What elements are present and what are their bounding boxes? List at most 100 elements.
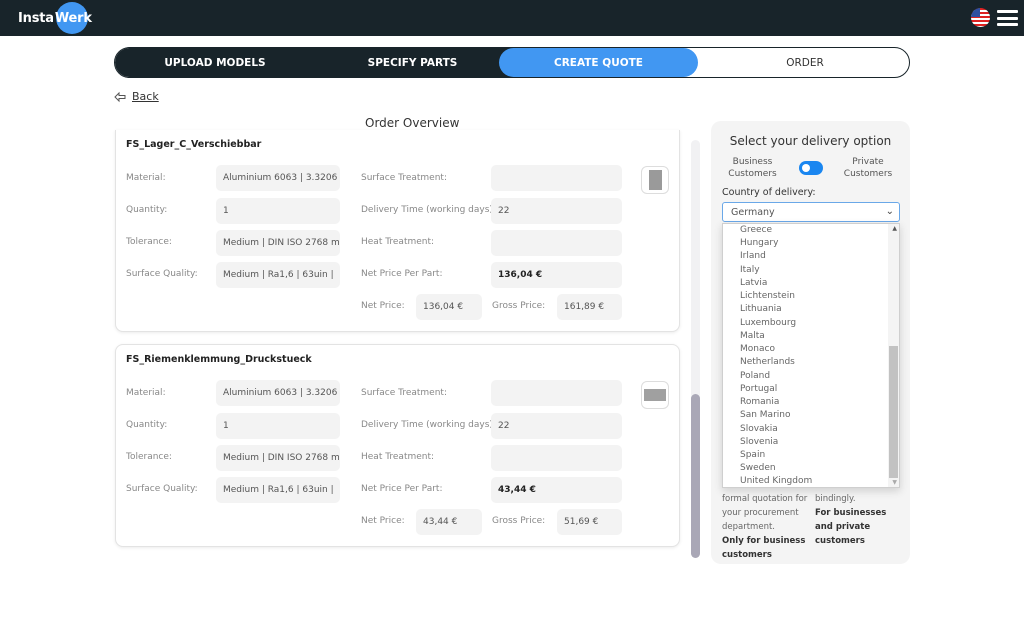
country-option[interactable]: Slovakia bbox=[740, 424, 778, 434]
net-price-value: 43,44 € bbox=[416, 509, 482, 535]
net-price-label: Net Price: bbox=[361, 301, 405, 311]
back-label[interactable]: Back bbox=[132, 90, 159, 103]
progress-stepper: UPLOAD MODELS SPECIFY PARTS CREATE QUOTE… bbox=[114, 47, 910, 78]
back-link[interactable]: Back bbox=[114, 90, 159, 103]
logo-text-werk: Werk bbox=[54, 10, 92, 26]
menu-bar bbox=[997, 10, 1018, 13]
net-price-label: Net Price: bbox=[361, 516, 405, 526]
step-upload-models[interactable]: UPLOAD MODELS bbox=[115, 48, 315, 77]
country-option[interactable]: Italy bbox=[740, 265, 760, 275]
gross-price-value: 51,69 € bbox=[557, 509, 622, 535]
country-option[interactable]: Luxembourg bbox=[740, 318, 796, 328]
dropdown-scrollbar-thumb[interactable] bbox=[889, 346, 898, 478]
delivery-time-label: Delivery Time (working days): bbox=[361, 420, 496, 430]
gross-price-label: Gross Price: bbox=[492, 516, 546, 526]
surface-quality-label: Surface Quality: bbox=[126, 269, 198, 279]
surface-treatment-value bbox=[491, 165, 622, 191]
country-option[interactable]: Malta bbox=[740, 331, 765, 341]
logo-text-insta: Insta bbox=[18, 10, 54, 26]
country-option[interactable]: Hungary bbox=[740, 238, 778, 248]
surface-quality-value: Medium | Ra1,6 | 63uin | bbox=[216, 477, 340, 503]
country-option[interactable]: Irland bbox=[740, 251, 766, 261]
part-preview-icon bbox=[644, 389, 666, 401]
country-option[interactable]: Slovenia bbox=[740, 437, 778, 447]
heat-treatment-label: Heat Treatment: bbox=[361, 452, 435, 462]
heat-treatment-value bbox=[491, 230, 622, 256]
country-option[interactable]: Lichtenstein bbox=[740, 291, 795, 301]
delivery-time-value: 22 bbox=[491, 413, 622, 439]
part-card: FS_Lager_C_Verschiebbar Material: Alumin… bbox=[115, 130, 680, 332]
surface-treatment-label: Surface Treatment: bbox=[361, 173, 447, 183]
net-price-per-part-label: Net Price Per Part: bbox=[361, 484, 443, 494]
toggle-knob bbox=[802, 164, 810, 172]
country-option[interactable]: Netherlands bbox=[740, 357, 795, 367]
country-option[interactable]: Poland bbox=[740, 371, 770, 381]
delivery-time-value: 22 bbox=[491, 198, 622, 224]
net-price-per-part-label: Net Price Per Part: bbox=[361, 269, 443, 279]
tolerance-value: Medium | DIN ISO 2768 mK bbox=[216, 445, 340, 471]
tolerance-value: Medium | DIN ISO 2768 mK bbox=[216, 230, 340, 256]
hamburger-menu-icon[interactable] bbox=[997, 10, 1018, 26]
order-option-text: Place order now bindingly. For businesse… bbox=[815, 478, 905, 548]
scroll-down-arrow-icon[interactable]: ▼ bbox=[892, 479, 897, 486]
tolerance-label: Tolerance: bbox=[126, 452, 172, 462]
part-card: FS_Riemenklemmung_Druckstueck Material: … bbox=[115, 344, 680, 547]
private-customers-label[interactable]: Private Customers bbox=[838, 156, 898, 180]
back-arrow-icon bbox=[114, 91, 126, 102]
country-label: Country of delivery: bbox=[722, 187, 816, 198]
part-name: FS_Riemenklemmung_Druckstueck bbox=[126, 354, 312, 365]
material-label: Material: bbox=[126, 388, 166, 398]
part-thumbnail[interactable] bbox=[641, 166, 669, 194]
quote-option-text: You will receive a formal quotation for … bbox=[722, 478, 817, 562]
country-option[interactable]: Sweden bbox=[740, 463, 776, 473]
part-preview-icon bbox=[648, 170, 662, 190]
tolerance-label: Tolerance: bbox=[126, 237, 172, 247]
country-option[interactable]: Monaco bbox=[740, 344, 775, 354]
order-overview-title: Order Overview bbox=[365, 116, 460, 130]
menu-bar bbox=[997, 23, 1018, 26]
surface-quality-value: Medium | Ra1,6 | 63uin | bbox=[216, 262, 340, 288]
part-thumbnail[interactable] bbox=[641, 381, 669, 409]
quantity-value: 1 bbox=[216, 198, 340, 224]
scroll-up-arrow-icon[interactable]: ▲ bbox=[892, 225, 897, 232]
quote-note: Only for business customers bbox=[722, 536, 806, 560]
order-note: For businesses and private customers bbox=[815, 508, 887, 546]
us-flag-icon[interactable] bbox=[971, 8, 990, 27]
heat-treatment-label: Heat Treatment: bbox=[361, 237, 435, 247]
country-option[interactable]: Greece bbox=[740, 225, 772, 235]
business-customers-label[interactable]: Business Customers bbox=[725, 156, 780, 180]
material-value: Aluminium 6063 | 3.3206 | bbox=[216, 380, 340, 406]
material-label: Material: bbox=[126, 173, 166, 183]
heat-treatment-value bbox=[491, 445, 622, 471]
country-option[interactable]: Lithuania bbox=[740, 304, 782, 314]
country-option[interactable]: Portugal bbox=[740, 384, 777, 394]
step-order[interactable]: ORDER bbox=[705, 48, 905, 77]
logo-circle: Werk bbox=[55, 2, 92, 34]
step-specify-parts[interactable]: SPECIFY PARTS bbox=[315, 48, 510, 77]
top-bar: Insta Werk bbox=[0, 0, 1024, 36]
delivery-panel-title: Select your delivery option bbox=[729, 134, 892, 148]
country-selected-value: Germany bbox=[731, 206, 775, 218]
gross-price-value: 161,89 € bbox=[557, 294, 622, 320]
surface-treatment-label: Surface Treatment: bbox=[361, 388, 447, 398]
country-option[interactable]: Romania bbox=[740, 397, 779, 407]
part-name: FS_Lager_C_Verschiebbar bbox=[126, 139, 262, 150]
net-price-per-part-value: 136,04 € bbox=[491, 262, 622, 288]
material-value: Aluminium 6063 | 3.3206 | bbox=[216, 165, 340, 191]
country-option[interactable]: San Marino bbox=[740, 410, 790, 420]
surface-treatment-value bbox=[491, 380, 622, 406]
quantity-value: 1 bbox=[216, 413, 340, 439]
customer-type-toggle[interactable] bbox=[799, 161, 823, 175]
order-text: bindingly. bbox=[815, 494, 856, 504]
country-option[interactable]: Spain bbox=[740, 450, 765, 460]
logo[interactable]: Insta Werk bbox=[18, 2, 92, 34]
country-dropdown-list[interactable]: Greece Hungary Irland Italy Latvia Licht… bbox=[722, 223, 900, 488]
country-option[interactable]: Latvia bbox=[740, 278, 767, 288]
parts-scrollbar-thumb[interactable] bbox=[691, 394, 700, 558]
step-create-quote[interactable]: CREATE QUOTE bbox=[499, 48, 698, 77]
menu-bar bbox=[997, 16, 1018, 20]
quote-text: formal quotation for your procurement de… bbox=[722, 494, 808, 532]
delivery-time-label: Delivery Time (working days): bbox=[361, 205, 496, 215]
country-select[interactable]: Germany ⌄ bbox=[722, 202, 900, 222]
country-option[interactable]: United Kingdom bbox=[740, 476, 812, 486]
